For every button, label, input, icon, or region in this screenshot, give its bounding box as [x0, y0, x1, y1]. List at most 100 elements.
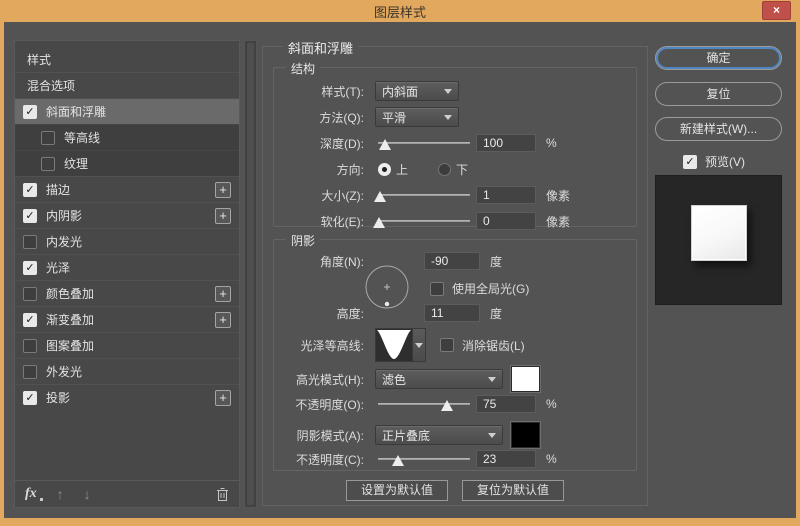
sidebar-item-label: 外发光 [46, 365, 83, 379]
new-style-button[interactable]: 新建样式(W)... [655, 117, 782, 141]
style-dropdown[interactable]: 内斜面 [375, 81, 459, 101]
sidebar-item-inner-shadow[interactable]: ✓ 内阴影 + [15, 202, 239, 228]
highlight-opacity-input[interactable]: 75 [476, 395, 536, 413]
sidebar-item-label: 纹理 [64, 157, 89, 171]
sidebar-item-stroke[interactable]: ✓ 描边 + [15, 176, 239, 202]
sidebar-item-satin[interactable]: ✓ 光泽 [15, 254, 239, 280]
checkbox-checked-icon[interactable]: ✓ [23, 260, 37, 275]
sidebar-item-blending-options[interactable]: 混合选项 [15, 72, 239, 98]
shadow-opacity-row: 不透明度(C): 23 % [274, 450, 628, 468]
move-effect-up-button[interactable]: ↑ [57, 486, 64, 502]
sidebar-item-label: 内发光 [46, 235, 83, 249]
close-button[interactable]: × [762, 1, 791, 20]
sidebar-item-texture[interactable]: 纹理 [15, 150, 239, 176]
depth-slider[interactable] [378, 135, 470, 151]
sidebar-item-drop-shadow[interactable]: ✓ 投影 + [15, 384, 239, 410]
shadow-color-swatch[interactable] [511, 422, 540, 448]
altitude-input[interactable]: 11 [424, 304, 480, 322]
checkbox-unchecked-icon[interactable] [41, 130, 55, 145]
add-effect-instance-button[interactable]: + [215, 285, 231, 302]
shadow-opacity-input[interactable]: 23 [476, 450, 536, 468]
add-effect-instance-button[interactable]: + [215, 207, 231, 224]
style-value: 内斜面 [382, 84, 419, 99]
sidebar-item-outer-glow[interactable]: 外发光 [15, 358, 239, 384]
checkbox-checked-icon[interactable]: ✓ [23, 312, 37, 327]
global-light-checkbox[interactable] [430, 281, 444, 296]
preview-checkbox[interactable]: ✓ [683, 154, 697, 169]
slider-thumb[interactable] [392, 455, 405, 466]
sidebar-item-contour[interactable]: 等高线 [15, 124, 239, 150]
shading-legend: 阴影 [286, 232, 321, 249]
shadow-opacity-slider[interactable] [378, 451, 470, 467]
sidebar-item-label: 渐变叠加 [46, 313, 95, 327]
style-label: 样式(T): [321, 84, 364, 99]
fx-menu-button[interactable]: fx [25, 486, 43, 502]
highlight-color-swatch[interactable] [511, 366, 540, 392]
sidebar-item-label: 投影 [46, 391, 71, 405]
check-icon: ✓ [25, 184, 35, 196]
size-slider[interactable] [373, 187, 470, 203]
slider-thumb[interactable] [372, 217, 385, 228]
soften-row: 软化(E): 0 像素 [274, 210, 636, 232]
shadow-mode-dropdown[interactable]: 正片叠底 [375, 425, 503, 445]
gloss-contour-dropdown-button[interactable] [413, 328, 426, 362]
sidebar-item-bevel-emboss[interactable]: ✓ 斜面和浮雕 [15, 98, 239, 124]
scrollbar-thumb[interactable] [247, 43, 254, 505]
global-light-label: 使用全局光(G) [452, 282, 530, 296]
checkbox-unchecked-icon[interactable] [41, 156, 55, 171]
sidebar-item-gradient-overlay[interactable]: ✓ 渐变叠加 + [15, 306, 239, 332]
global-light-row: 使用全局光(G) [430, 280, 628, 297]
chevron-down-icon [444, 88, 452, 94]
ok-button[interactable]: 确定 [655, 46, 782, 70]
highlight-opacity-row: 不透明度(O): 75 % [274, 395, 628, 413]
highlight-opacity-slider[interactable] [378, 396, 470, 412]
checkbox-unchecked-icon[interactable] [23, 286, 37, 301]
titlebar[interactable]: 图层样式 × [0, 0, 800, 22]
slider-thumb[interactable] [373, 191, 386, 202]
sidebar-item-inner-glow[interactable]: 内发光 [15, 228, 239, 254]
add-effect-instance-button[interactable]: + [215, 311, 231, 328]
depth-row: 深度(D): 100 % [274, 132, 636, 154]
soften-input[interactable]: 0 [476, 212, 536, 230]
reset-button[interactable]: 复位 [655, 82, 782, 106]
angle-input[interactable]: -90 [424, 252, 480, 270]
shadow-opacity-label: 不透明度(C): [296, 452, 364, 467]
checkbox-unchecked-icon[interactable] [23, 364, 37, 379]
depth-input[interactable]: 100 [476, 134, 536, 152]
sidebar-scrollbar[interactable] [244, 40, 257, 508]
shadow-mode-label: 阴影模式(A): [296, 428, 364, 443]
angle-row: 角度(N): -90 度 [274, 252, 628, 270]
set-default-button[interactable]: 设置为默认值 [345, 480, 448, 501]
anti-alias-checkbox[interactable] [440, 338, 454, 352]
slider-thumb[interactable] [379, 139, 392, 150]
sidebar-item-styles[interactable]: 样式 [15, 46, 239, 72]
sidebar-item-label: 混合选项 [27, 79, 76, 93]
checkbox-unchecked-icon[interactable] [23, 338, 37, 353]
sidebar-item-color-overlay[interactable]: 颜色叠加 + [15, 280, 239, 306]
checkbox-checked-icon[interactable]: ✓ [23, 208, 37, 223]
reset-default-button[interactable]: 复位为默认值 [462, 480, 565, 501]
add-effect-instance-button[interactable]: + [215, 181, 231, 198]
highlight-mode-value: 滤色 [382, 372, 407, 387]
gloss-contour-thumbnail[interactable] [375, 328, 413, 362]
technique-dropdown[interactable]: 平滑 [375, 107, 459, 127]
sidebar-item-label: 内阴影 [46, 209, 83, 223]
move-effect-down-button[interactable]: ↓ [84, 486, 91, 502]
delete-effect-button[interactable] [216, 487, 229, 502]
chevron-down-icon [488, 432, 496, 438]
soften-unit: 像素 [546, 214, 571, 229]
direction-down-radio[interactable] [438, 162, 452, 176]
slider-thumb[interactable] [441, 400, 453, 411]
checkbox-unchecked-icon[interactable] [23, 234, 37, 249]
add-effect-instance-button[interactable]: + [215, 389, 231, 406]
soften-slider[interactable] [372, 213, 470, 229]
highlight-mode-dropdown[interactable]: 滤色 [375, 369, 503, 389]
size-input[interactable]: 1 [476, 186, 536, 204]
sidebar-item-label: 光泽 [46, 261, 71, 275]
checkbox-checked-icon[interactable]: ✓ [23, 104, 37, 119]
direction-up-radio[interactable] [378, 162, 391, 176]
sidebar-item-pattern-overlay[interactable]: 图案叠加 [15, 332, 239, 358]
checkbox-checked-icon[interactable]: ✓ [23, 182, 37, 197]
highlight-opacity-label: 不透明度(O): [295, 397, 364, 412]
checkbox-checked-icon[interactable]: ✓ [23, 390, 37, 405]
